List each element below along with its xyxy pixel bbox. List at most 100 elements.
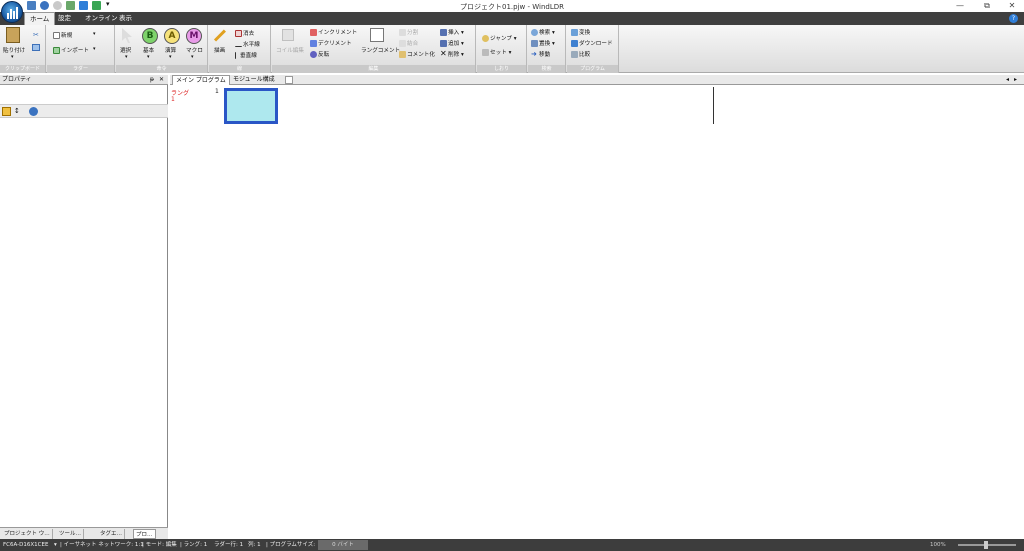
- group-label: 検索: [528, 65, 565, 73]
- import-dropdown-icon[interactable]: ▾: [93, 46, 96, 52]
- communication-status: | イーサネット ネットワーク: 1:1: [60, 542, 144, 548]
- paste-dropdown-icon[interactable]: ▾: [11, 54, 14, 60]
- basic-instruction-icon[interactable]: B: [142, 28, 158, 44]
- erase-button[interactable]: 消去: [235, 29, 254, 37]
- basic-button[interactable]: 基本: [143, 46, 154, 54]
- rung-comment-icon: [370, 28, 384, 42]
- tab-settings[interactable]: 設定: [53, 12, 76, 25]
- convert-button[interactable]: 変換: [571, 28, 590, 36]
- increment-icon: [310, 29, 317, 36]
- macro-dropdown-icon[interactable]: ▾: [191, 54, 194, 60]
- vertical-line-label: 垂直線: [240, 53, 257, 59]
- increment-button[interactable]: インクリメント: [310, 28, 357, 36]
- import-icon: [53, 47, 60, 54]
- convert-icon: [571, 29, 578, 36]
- paste-icon[interactable]: [6, 27, 20, 43]
- delete-button[interactable]: ✕削除 ▾: [440, 49, 464, 59]
- import-button[interactable]: インポート: [53, 46, 89, 54]
- select-button[interactable]: 選択: [120, 46, 131, 54]
- coil-edit-icon: [282, 29, 294, 41]
- basic-dropdown-icon[interactable]: ▾: [147, 54, 150, 60]
- group-ladder: 新規 ▾ インポート ▾ ラダー: [47, 25, 115, 73]
- search-button[interactable]: 検索 ▾: [531, 28, 555, 36]
- tab-project-window[interactable]: プロジェクト ウ…: [2, 529, 53, 539]
- set-button[interactable]: セット ▾: [482, 48, 511, 56]
- draw-pencil-icon[interactable]: [213, 29, 226, 42]
- group-instruction: 選択 B 基本 A 演算 M マクロ ▾ ▾ ▾ ▾ 命令: [116, 25, 208, 73]
- zoom-slider-thumb[interactable]: [984, 541, 988, 549]
- plc-dropdown-icon[interactable]: ▾: [54, 539, 57, 551]
- advanced-dropdown-icon[interactable]: ▾: [169, 54, 172, 60]
- decrement-icon: [310, 40, 317, 47]
- delete-icon: ✕: [440, 49, 447, 58]
- add-button[interactable]: 追加 ▾: [440, 39, 464, 47]
- group-label: 命令: [116, 65, 207, 73]
- split-button[interactable]: 分割: [399, 28, 418, 36]
- invert-button[interactable]: 反転: [310, 50, 329, 58]
- program-download-label: ダウンロード: [579, 41, 613, 47]
- minimize-button[interactable]: —: [953, 1, 967, 11]
- comment-out-button[interactable]: コメント化: [399, 50, 435, 58]
- tab-tag-editor[interactable]: タグエ…: [98, 529, 126, 539]
- new-tab-icon[interactable]: [285, 76, 293, 84]
- plc-model[interactable]: FC6A-D16X1CEE: [3, 539, 48, 551]
- insert-label: 挿入: [448, 30, 460, 36]
- new-label: 新規: [61, 33, 73, 39]
- draw-button[interactable]: 描画: [214, 46, 225, 54]
- set-icon: [482, 49, 489, 56]
- tab-toolbox[interactable]: ツール…: [57, 529, 85, 539]
- new-button[interactable]: 新規: [53, 31, 72, 39]
- tab-scroll-left-icon[interactable]: ◂: [1006, 76, 1009, 83]
- application-menu-button[interactable]: [1, 1, 23, 23]
- add-label: 追加: [448, 41, 460, 47]
- close-button[interactable]: ✕: [1005, 1, 1019, 11]
- vertical-line-button[interactable]: 垂直線: [235, 51, 257, 59]
- ladder-cursor-cell[interactable]: [224, 88, 278, 124]
- join-button[interactable]: 結合: [399, 39, 418, 47]
- tab-scroll-right-icon[interactable]: ▸: [1014, 76, 1017, 83]
- replace-button[interactable]: 置換 ▾: [531, 39, 555, 47]
- rung-status: | ラング: 1: [180, 542, 208, 548]
- rung-comment-button[interactable]: ラングコメント: [361, 46, 400, 54]
- sort-alphabetical-icon[interactable]: ↕: [14, 107, 23, 116]
- categorized-icon[interactable]: [2, 107, 11, 116]
- restore-button[interactable]: ⧉: [980, 1, 994, 11]
- paste-button[interactable]: 貼り付け: [3, 46, 25, 54]
- horizontal-line-button[interactable]: 水平線: [235, 40, 260, 48]
- advanced-instruction-icon[interactable]: A: [164, 28, 180, 44]
- split-icon: [399, 29, 406, 36]
- properties-title: プロパティ: [2, 76, 32, 83]
- tab-view[interactable]: 表示: [114, 12, 137, 25]
- program-download-button[interactable]: ダウンロード: [571, 39, 613, 47]
- vertical-line-icon: [235, 52, 239, 59]
- compare-button[interactable]: 比較: [571, 50, 590, 58]
- jump-button[interactable]: ジャンプ ▾: [482, 34, 517, 42]
- ladder-editor[interactable]: [170, 75, 1024, 539]
- group-clipboard: 貼り付け ▾ ✂ クリップボード: [0, 25, 46, 73]
- select-dropdown-icon[interactable]: ▾: [125, 54, 128, 60]
- tab-main-program[interactable]: メイン プログラム: [172, 75, 230, 85]
- tab-home[interactable]: ホーム: [24, 12, 56, 25]
- group-search: 検索 ▾ 置換 ▾ ➜ 移動 検索: [528, 25, 566, 73]
- macro-button[interactable]: マクロ: [186, 46, 203, 54]
- select-arrow-icon[interactable]: [122, 28, 132, 43]
- pin-icon[interactable]: ᵽ: [150, 75, 154, 85]
- copy-icon[interactable]: [32, 44, 40, 51]
- advanced-button[interactable]: 演算: [165, 46, 176, 54]
- decrement-button[interactable]: デクリメント: [310, 39, 352, 47]
- properties-header: プロパティ ᵽ ✕: [0, 75, 168, 85]
- coil-edit-button[interactable]: コイル編集: [276, 46, 304, 54]
- cut-icon[interactable]: ✂: [33, 31, 39, 39]
- help-icon[interactable]: ?: [1009, 14, 1018, 23]
- compare-label: 比較: [579, 52, 591, 58]
- panel-close-icon[interactable]: ✕: [159, 75, 164, 85]
- property-pages-icon[interactable]: [29, 107, 38, 116]
- tab-properties[interactable]: プロ…: [133, 529, 156, 539]
- add-icon: [440, 40, 447, 47]
- new-dropdown-icon[interactable]: ▾: [93, 31, 96, 37]
- macro-instruction-icon[interactable]: M: [186, 28, 202, 44]
- ladder-line-number: 1: [215, 88, 219, 95]
- move-button[interactable]: ➜ 移動: [531, 50, 550, 59]
- insert-button[interactable]: 挿入 ▾: [440, 28, 464, 36]
- tab-module-configuration[interactable]: モジュール構成: [230, 75, 278, 85]
